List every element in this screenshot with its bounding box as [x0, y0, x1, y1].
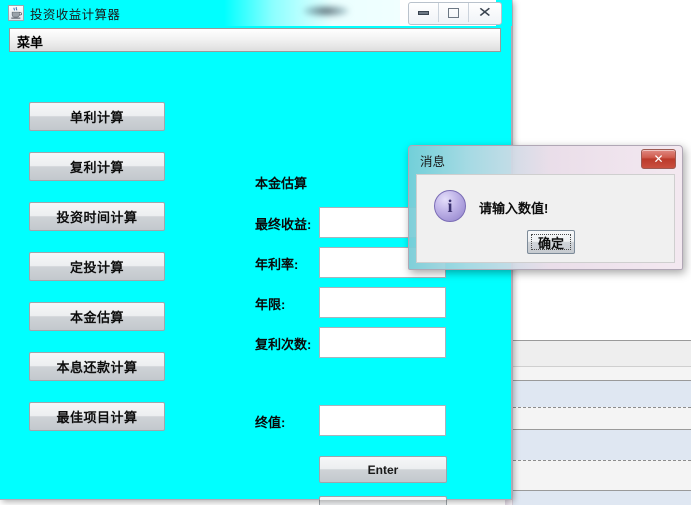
redacted-title-blur — [303, 5, 349, 17]
enter-button[interactable]: Enter — [319, 456, 447, 483]
minimize-button[interactable] — [409, 3, 439, 22]
function-button[interactable]: 本金估算 — [29, 302, 165, 331]
menu-item-menu[interactable]: 菜单 — [17, 32, 43, 51]
form-field-input[interactable] — [319, 327, 446, 358]
java-coffee-cup-icon — [8, 5, 24, 21]
background-row — [513, 407, 691, 429]
function-button[interactable]: 投资时间计算 — [29, 202, 165, 231]
form-field-label: 最终收益: — [255, 217, 312, 232]
form-field-label: 年利率: — [255, 257, 299, 272]
form-field-label: 年限: — [255, 297, 286, 312]
dialog-body: i 请输入数值! 确定 — [416, 174, 675, 263]
minimize-icon — [418, 10, 429, 15]
dialog-close-button[interactable]: ✕ — [641, 149, 676, 169]
maximize-icon — [448, 7, 459, 18]
info-icon-glyph: i — [447, 195, 453, 216]
function-button-label: 投资时间计算 — [56, 210, 138, 225]
function-button[interactable]: 本息还款计算 — [29, 352, 165, 381]
form-heading: 本金估算 — [255, 176, 308, 191]
result-input[interactable] — [319, 405, 446, 436]
function-button-label: 单利计算 — [69, 110, 124, 125]
background-row — [513, 429, 691, 460]
background-window-row-list — [512, 276, 691, 505]
dialog-title-bar[interactable]: 消息 ✕ — [409, 146, 682, 173]
background-row — [513, 490, 691, 505]
background-row — [513, 340, 691, 366]
content-panel: 单利计算 复利计算 投资时间计算 定投计算 本金估算 本息还款计算 最佳项目计算 本金估算 … — [9, 52, 501, 505]
row-dashed-separator — [513, 460, 691, 461]
menu-bar[interactable]: 菜单 — [9, 28, 501, 52]
window-title: 投资收益计算器 — [30, 8, 121, 22]
row-dashed-separator — [513, 407, 691, 408]
form-field-input[interactable] — [319, 287, 446, 318]
close-icon: ✕ — [653, 152, 664, 166]
maximize-button[interactable] — [439, 3, 469, 22]
dialog-message: 请输入数值! — [479, 201, 549, 216]
dialog-title: 消息 — [420, 155, 446, 169]
info-icon: i — [434, 190, 466, 222]
function-button[interactable]: 最佳项目计算 — [29, 402, 165, 431]
function-button[interactable]: 定投计算 — [29, 252, 165, 281]
function-button-label: 最佳项目计算 — [56, 410, 138, 425]
dialog-ok-label: 确定 — [537, 235, 564, 251]
background-row — [513, 380, 691, 407]
function-button-label: 定投计算 — [69, 260, 124, 275]
title-bar[interactable]: 投资收益计算器 ✕ — [0, 0, 512, 26]
window-controls[interactable]: ✕ — [408, 2, 502, 25]
background-row — [513, 276, 691, 340]
message-dialog: 消息 ✕ i 请输入数值! 确定 — [408, 145, 683, 270]
background-row — [513, 460, 691, 490]
function-button-label: 本金估算 — [69, 310, 124, 325]
function-button-label: 复利计算 — [69, 160, 124, 175]
result-label: 终值: — [255, 415, 286, 430]
form-field-label: 复利次数: — [255, 337, 312, 352]
clear-button[interactable]: Clear — [319, 496, 447, 505]
background-row — [513, 366, 691, 380]
function-button[interactable]: 单利计算 — [29, 102, 165, 131]
dialog-ok-button[interactable]: 确定 — [527, 230, 575, 254]
close-icon: ✕ — [477, 4, 493, 21]
screen: 投资收益计算器 ✕ 菜单 单利计算 复利计算 投资时间计算 定投计算 本金估算 本息还款计… — [0, 0, 691, 505]
enter-button-label: Enter — [367, 462, 399, 477]
close-button[interactable]: ✕ — [469, 3, 501, 22]
function-button[interactable]: 复利计算 — [29, 152, 165, 181]
function-button-label: 本息还款计算 — [56, 360, 138, 375]
